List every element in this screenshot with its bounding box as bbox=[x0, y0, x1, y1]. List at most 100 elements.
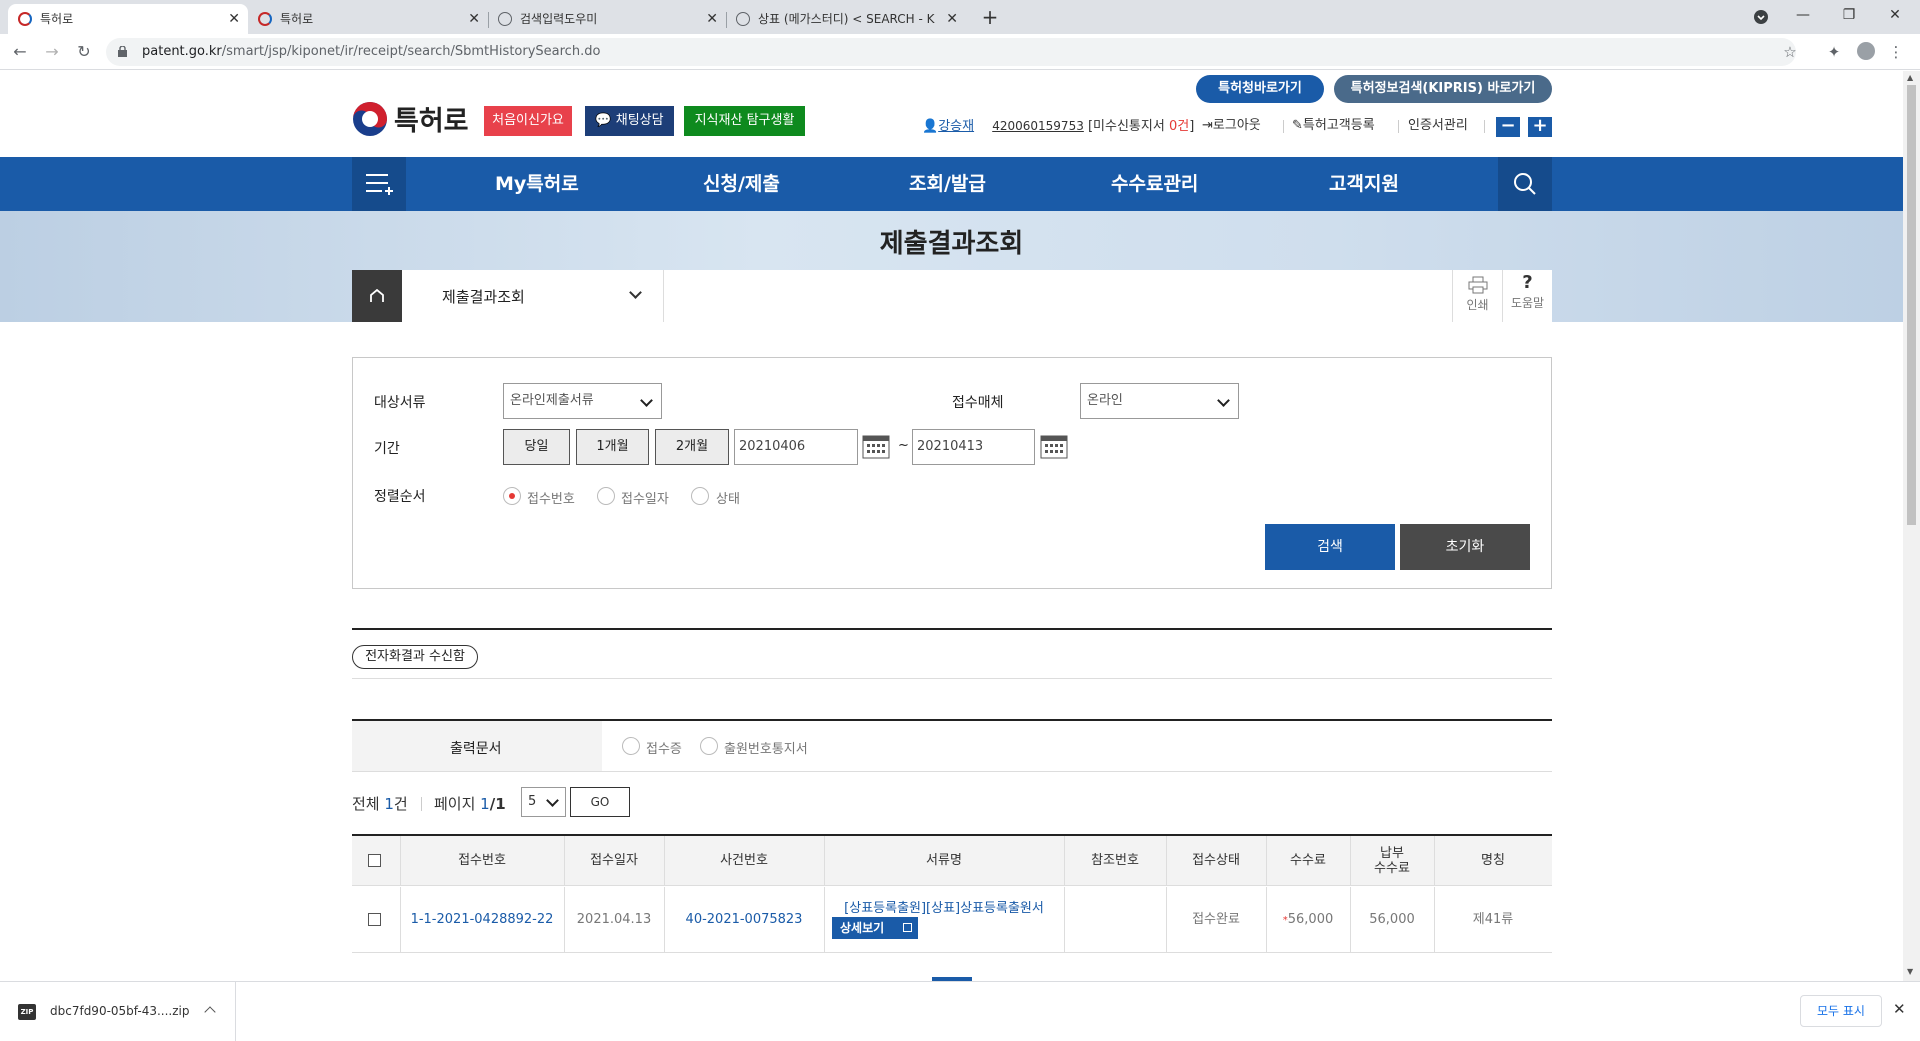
cell-fee: *56,000 bbox=[1266, 887, 1350, 952]
forward-icon[interactable]: → bbox=[40, 40, 64, 64]
sort-option-receipt-no[interactable]: 접수번호 bbox=[527, 488, 575, 507]
period-2month-button[interactable]: 2개월 bbox=[655, 429, 729, 465]
col-divider bbox=[1266, 836, 1267, 886]
browser-tab-1[interactable]: 특허로 ✕ bbox=[8, 4, 248, 34]
bookmark-star-icon[interactable]: ☆ bbox=[1780, 42, 1800, 62]
extensions-icon[interactable]: ✦ bbox=[1824, 42, 1844, 62]
date-to-input[interactable]: 20210413 bbox=[912, 429, 1035, 465]
chevron-down-icon bbox=[640, 394, 653, 407]
browser-tab-4[interactable]: 상표 (메가스터디) < SEARCH - K ✕ bbox=[726, 4, 966, 34]
download-item[interactable]: ZIP dbc7fd90-05bf-43....zip bbox=[0, 982, 236, 1041]
help-button[interactable]: ? 도움말 bbox=[1502, 270, 1552, 322]
browser-tab-2[interactable]: 특허로 ✕ bbox=[248, 4, 488, 34]
kipris-link-button[interactable]: 특허정보검색(KIPRIS) 바로가기 bbox=[1334, 75, 1552, 103]
col-case-no: 사건번호 bbox=[720, 853, 768, 868]
tab-search-icon[interactable] bbox=[1738, 0, 1784, 34]
window-close-icon[interactable]: ✕ bbox=[1872, 0, 1918, 34]
zip-file-icon: ZIP bbox=[18, 1004, 36, 1020]
register-link[interactable]: ✎특허고객등록 bbox=[1292, 118, 1375, 134]
doc-name-link[interactable]: [상표등록출원][상표]상표등록출원서 bbox=[824, 897, 1064, 916]
profile-avatar-icon[interactable] bbox=[1856, 42, 1876, 62]
new-tab-button[interactable]: + bbox=[976, 4, 1004, 32]
select-all-checkbox[interactable] bbox=[368, 854, 381, 867]
output-option-app-notice[interactable]: 출원번호통지서 bbox=[724, 738, 808, 757]
fee-value: 56,000 bbox=[1287, 912, 1334, 927]
scroll-up-arrow-icon[interactable]: ▲ bbox=[1907, 73, 1913, 82]
mailbox-button[interactable]: 전자화결과 수신함 bbox=[352, 645, 478, 669]
detail-view-button[interactable]: 상세보기 bbox=[832, 917, 918, 939]
page-scrollbar[interactable]: ▲ ▼ bbox=[1903, 71, 1920, 981]
breadcrumb-select[interactable]: 제출결과조회 bbox=[402, 270, 664, 322]
kipo-link-button[interactable]: 특허청바로가기 bbox=[1196, 75, 1324, 103]
nav-apply[interactable]: 신청/제출 bbox=[703, 157, 780, 211]
date-from-input[interactable]: 20210406 bbox=[734, 429, 858, 465]
nav-fees[interactable]: 수수료관리 bbox=[1111, 157, 1198, 211]
calendar-icon[interactable] bbox=[862, 433, 890, 459]
cell-receipt-no[interactable]: 1-1-2021-0428892-22 bbox=[400, 887, 564, 952]
tab-close-icon[interactable]: ✕ bbox=[228, 4, 240, 34]
period-1month-button[interactable]: 1개월 bbox=[576, 429, 649, 465]
doc-type-value: 온라인제출서류 bbox=[510, 393, 594, 408]
period-today-button[interactable]: 당일 bbox=[503, 429, 570, 465]
zoom-out-button[interactable]: − bbox=[1496, 117, 1520, 137]
show-all-downloads-button[interactable]: 모두 표시 bbox=[1800, 995, 1882, 1027]
col-fee: 수수료 bbox=[1290, 853, 1326, 868]
sort-radio-status[interactable] bbox=[691, 487, 709, 505]
ip-explore-badge[interactable]: 지식재산 탐구생활 bbox=[684, 106, 805, 136]
global-nav: My특허로 신청/제출 조회/발급 수수료관리 고객지원 bbox=[0, 157, 1903, 211]
restore-icon[interactable]: ❐ bbox=[1826, 0, 1872, 34]
media-select[interactable]: 온라인 bbox=[1080, 383, 1239, 419]
scroll-down-arrow-icon[interactable]: ▼ bbox=[1907, 967, 1913, 976]
page-viewport: 특허청바로가기 특허정보검색(KIPRIS) 바로가기 특허로 처음이신가요 💬… bbox=[0, 71, 1903, 981]
col-name: 명칭 bbox=[1481, 853, 1505, 868]
nav-inquiry[interactable]: 조회/발급 bbox=[909, 157, 986, 211]
sort-radio-receipt-date[interactable] bbox=[597, 487, 615, 505]
col-doc-name: 서류명 bbox=[926, 853, 962, 868]
global-search-button[interactable] bbox=[1498, 157, 1552, 211]
browser-tab-3[interactable]: 검색입력도우미 ✕ bbox=[488, 4, 726, 34]
tab-close-icon[interactable]: ✕ bbox=[706, 4, 718, 34]
logout-link[interactable]: ⇥로그아웃 bbox=[1202, 118, 1261, 134]
doc-type-select[interactable]: 온라인제출서류 bbox=[503, 383, 662, 419]
unread-count[interactable]: 0건 bbox=[1169, 119, 1189, 134]
user-id-link[interactable]: 420060159753 bbox=[992, 119, 1084, 133]
reload-icon[interactable]: ↻ bbox=[72, 40, 96, 64]
cert-link[interactable]: 인증서관리 bbox=[1408, 118, 1468, 134]
chrome-menu-icon[interactable]: ⋮ bbox=[1886, 42, 1906, 62]
search-button[interactable]: 검색 bbox=[1265, 524, 1395, 570]
output-radio-receipt[interactable] bbox=[622, 737, 640, 755]
back-icon[interactable]: ← bbox=[8, 40, 32, 64]
scrollbar-thumb[interactable] bbox=[1907, 85, 1916, 525]
sort-option-receipt-date[interactable]: 접수일자 bbox=[621, 488, 669, 507]
reset-button[interactable]: 초기화 bbox=[1400, 524, 1530, 570]
address-bar[interactable]: patent.go.kr/smart/jsp/kiponet/ir/receip… bbox=[106, 38, 1797, 66]
home-button[interactable] bbox=[352, 270, 402, 322]
nav-support[interactable]: 고객지원 bbox=[1329, 157, 1399, 211]
page-size-select[interactable]: 5 bbox=[521, 787, 566, 817]
calendar-icon[interactable] bbox=[1040, 433, 1068, 459]
col-divider bbox=[564, 887, 565, 953]
sort-option-status[interactable]: 상태 bbox=[716, 488, 740, 507]
taegeuk-logo-icon bbox=[353, 102, 387, 136]
close-download-bar-icon[interactable]: ✕ bbox=[1893, 1000, 1906, 1018]
cell-case-no[interactable]: 40-2021-0075823 bbox=[664, 887, 824, 952]
zoom-in-button[interactable]: + bbox=[1528, 117, 1552, 137]
media-value: 온라인 bbox=[1087, 393, 1123, 408]
chat-consult-badge[interactable]: 💬 채팅상담 bbox=[585, 106, 674, 136]
go-button[interactable]: GO bbox=[570, 787, 630, 817]
row-checkbox[interactable] bbox=[368, 913, 381, 926]
nav-my-patent[interactable]: My특허로 bbox=[495, 157, 579, 211]
output-radio-app-notice[interactable] bbox=[700, 737, 718, 755]
minimize-icon[interactable]: — bbox=[1780, 0, 1826, 34]
chevron-up-icon[interactable] bbox=[204, 1006, 216, 1018]
output-option-receipt[interactable]: 접수증 bbox=[646, 738, 682, 757]
tab-close-icon[interactable]: ✕ bbox=[946, 4, 958, 34]
print-button[interactable]: 인쇄 bbox=[1452, 270, 1502, 322]
first-visit-badge[interactable]: 처음이신가요 bbox=[484, 106, 572, 136]
all-menu-button[interactable] bbox=[352, 157, 406, 211]
user-name-link[interactable]: 강승재 bbox=[938, 119, 974, 134]
col-divider bbox=[1350, 887, 1351, 953]
chevron-down-icon bbox=[546, 794, 559, 807]
sort-radio-receipt-no[interactable] bbox=[503, 487, 521, 505]
tab-close-icon[interactable]: ✕ bbox=[468, 4, 480, 34]
